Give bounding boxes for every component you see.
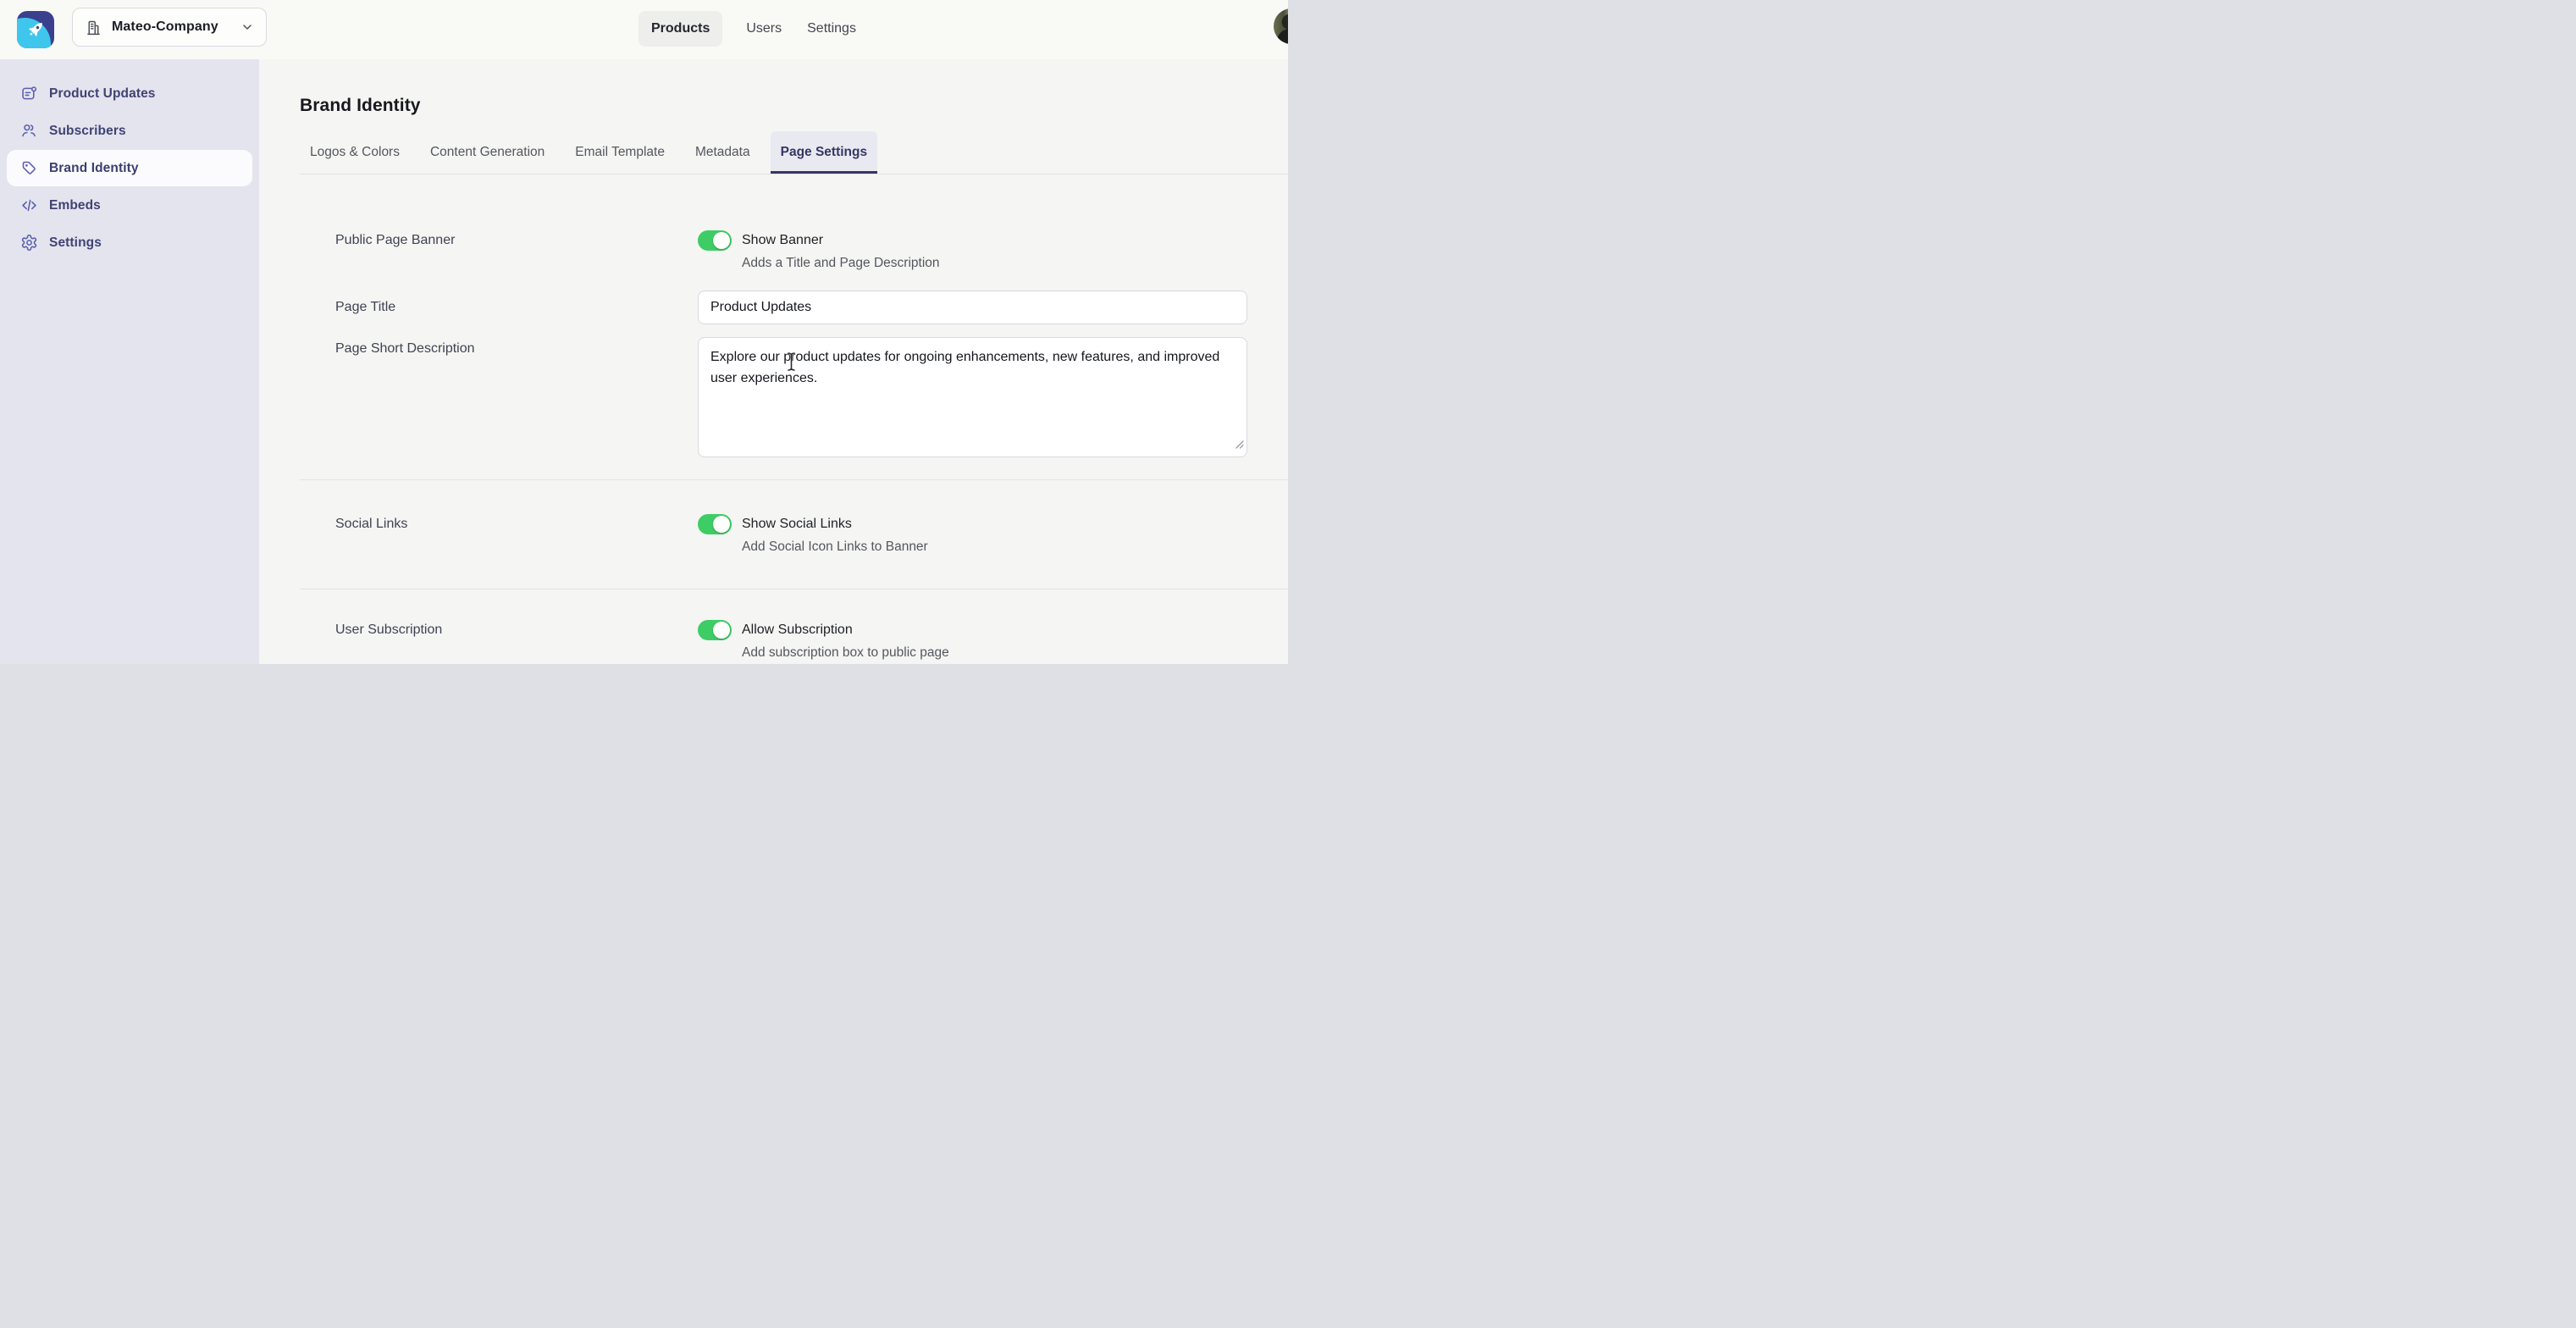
- tab-content-generation[interactable]: Content Generation: [420, 131, 555, 174]
- page-short-description-row: Page Short Description Explore our produ…: [300, 337, 1247, 457]
- allow-subscription-toggle-desc: Add subscription box to public page: [742, 645, 949, 660]
- show-banner-toggle[interactable]: [698, 230, 732, 251]
- allow-subscription-toggle[interactable]: [698, 620, 732, 640]
- tab-logos-colors[interactable]: Logos & Colors: [300, 131, 410, 174]
- page-title-label: Page Title: [335, 300, 396, 314]
- sidebar-item-label: Embeds: [49, 197, 101, 213]
- tag-icon: [20, 159, 38, 177]
- sidebar-item-label: Settings: [49, 235, 102, 250]
- page-title-row: Page Title: [300, 290, 1247, 324]
- page-short-description-label: Page Short Description: [335, 341, 475, 356]
- show-social-links-toggle-desc: Add Social Icon Links to Banner: [742, 540, 928, 554]
- user-subscription-row: User Subscription Allow Subscription Add…: [300, 620, 1247, 663]
- sidebar-item-label: Brand Identity: [49, 160, 139, 175]
- user-subscription-label: User Subscription: [335, 622, 443, 637]
- main-content: Brand Identity Logos & Colors Content Ge…: [259, 59, 1288, 664]
- app-window: Mateo-Company Products Users Settings Pr…: [0, 0, 1288, 664]
- toggle-knob: [713, 622, 730, 639]
- tab-bar: Logos & Colors Content Generation Email …: [300, 131, 1288, 174]
- show-banner-toggle-label: Show Banner: [742, 233, 824, 247]
- company-selector[interactable]: Mateo-Company: [72, 8, 267, 47]
- app-logo[interactable]: [17, 11, 54, 48]
- sidebar-item-product-updates[interactable]: Product Updates: [7, 75, 252, 112]
- show-social-links-toggle-label: Show Social Links: [742, 517, 852, 531]
- toggle-knob: [713, 232, 730, 249]
- social-links-row: Social Links Show Social Links Add Socia…: [300, 514, 1247, 557]
- top-bar: Mateo-Company Products Users Settings: [0, 0, 1288, 59]
- chevron-down-icon: [240, 20, 254, 34]
- tab-metadata[interactable]: Metadata: [685, 131, 760, 174]
- page-short-description-textarea[interactable]: Explore our product updates for ongoing …: [698, 337, 1247, 457]
- page-title-input[interactable]: [698, 290, 1247, 324]
- company-name: Mateo-Company: [112, 19, 218, 34]
- social-links-section: Social Links Show Social Links Add Socia…: [300, 514, 1288, 557]
- nav-settings[interactable]: Settings: [805, 21, 858, 36]
- top-nav: Products Users Settings: [638, 10, 858, 47]
- public-page-banner-row: Public Page Banner Show Banner Adds a Ti…: [300, 230, 1247, 274]
- public-page-banner-label: Public Page Banner: [335, 233, 456, 247]
- code-icon: [20, 196, 38, 214]
- sidebar-item-label: Subscribers: [49, 123, 126, 138]
- gear-icon: [20, 234, 38, 252]
- sidebar-item-subscribers[interactable]: Subscribers: [7, 113, 252, 149]
- page-settings-form: Public Page Banner Show Banner Adds a Ti…: [300, 230, 1288, 457]
- tab-page-settings[interactable]: Page Settings: [770, 131, 878, 174]
- building-icon: [85, 19, 102, 36]
- toggle-knob: [713, 516, 730, 533]
- nav-products[interactable]: Products: [638, 11, 723, 47]
- nav-users[interactable]: Users: [744, 21, 783, 36]
- sidebar-item-label: Product Updates: [49, 86, 156, 101]
- users-icon: [20, 122, 38, 140]
- sidebar-item-embeds[interactable]: Embeds: [7, 187, 252, 224]
- sidebar-item-brand-identity[interactable]: Brand Identity: [7, 150, 252, 186]
- show-banner-toggle-desc: Adds a Title and Page Description: [742, 256, 940, 270]
- show-social-links-toggle[interactable]: [698, 514, 732, 534]
- tab-email-template[interactable]: Email Template: [565, 131, 675, 174]
- rocket-icon: [25, 19, 47, 41]
- section-divider: [300, 479, 1288, 480]
- user-avatar[interactable]: [1274, 8, 1288, 44]
- sidebar-item-settings[interactable]: Settings: [7, 224, 252, 261]
- changelog-icon: [20, 85, 38, 102]
- page-title: Brand Identity: [300, 96, 421, 115]
- allow-subscription-toggle-label: Allow Subscription: [742, 622, 853, 637]
- sidebar: Product Updates Subscribers Brand Identi…: [0, 59, 259, 664]
- user-subscription-section: User Subscription Allow Subscription Add…: [300, 620, 1288, 663]
- social-links-label: Social Links: [335, 517, 408, 531]
